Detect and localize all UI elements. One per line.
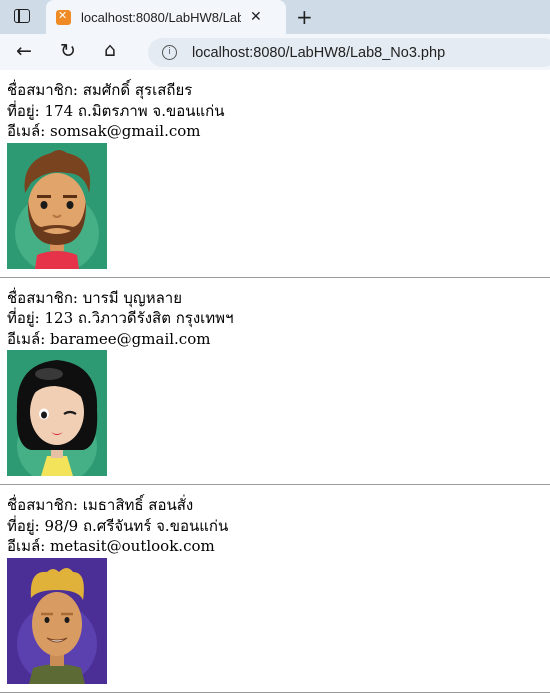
member-card: ชื่อสมาชิก: เมธาสิทธิ์ สอนสั่ง ที่อยู่: … bbox=[0, 485, 550, 684]
browser-tab[interactable]: localhost:8080/LabHW8/Lab8_No3.php ✕ bbox=[46, 0, 286, 34]
member-name: ชื่อสมาชิก: เมธาสิทธิ์ สอนสั่ง bbox=[7, 496, 194, 514]
browser-chrome: localhost:8080/LabHW8/Lab8_No3.php ✕ + ←… bbox=[0, 0, 550, 70]
member-card: ชื่อสมาชิก: สมศักดิ์ สุรเสถียร ที่อยู่: … bbox=[0, 70, 550, 269]
member-email: อีเมล์: metasit@outlook.com bbox=[7, 537, 215, 555]
divider bbox=[0, 691, 550, 693]
tab-close-icon[interactable]: ✕ bbox=[250, 9, 262, 25]
member-address: ที่อยู่: 98/9 ถ.ศรีจันทร์ จ.ขอนแก่น bbox=[7, 516, 229, 535]
xampp-favicon-icon bbox=[56, 9, 71, 25]
bearded-man-avatar-icon bbox=[7, 142, 107, 269]
window-menu-icon[interactable] bbox=[14, 9, 30, 23]
home-icon[interactable]: ⌂ bbox=[104, 39, 116, 61]
reload-icon[interactable]: ↻ bbox=[60, 40, 76, 62]
url-text: localhost:8080/LabHW8/Lab8_No3.php bbox=[192, 44, 446, 61]
member-address: ที่อยู่: 174 ถ.มิตรภาพ จ.ขอนแก่น bbox=[7, 101, 225, 120]
new-tab-icon[interactable]: + bbox=[296, 5, 313, 29]
tab-bar: localhost:8080/LabHW8/Lab8_No3.php ✕ + bbox=[0, 0, 550, 34]
address-bar[interactable]: i localhost:8080/LabHW8/Lab8_No3.php bbox=[148, 38, 550, 67]
winking-woman-avatar-icon bbox=[7, 350, 107, 476]
tab-title: localhost:8080/LabHW8/Lab8_No3.php bbox=[81, 9, 241, 25]
blond-man-avatar-icon bbox=[7, 557, 107, 684]
member-address: ที่อยู่: 123 ถ.วิภาวดีรังสิต กรุงเทพฯ bbox=[7, 309, 234, 327]
nav-bar: ← ↻ ⌂ i localhost:8080/LabHW8/Lab8_No3.p… bbox=[0, 34, 550, 70]
site-info-icon[interactable]: i bbox=[162, 45, 177, 60]
back-icon[interactable]: ← bbox=[16, 40, 32, 62]
member-card: ชื่อสมาชิก: บารมี บุญหลาย ที่อยู่: 123 ถ… bbox=[0, 278, 550, 476]
member-name: ชื่อสมาชิก: สมศักดิ์ สุรเสถียร bbox=[7, 81, 193, 99]
member-email: อีเมล์: somsak@gmail.com bbox=[7, 122, 201, 140]
page-content: ชื่อสมาชิก: สมศักดิ์ สุรเสถียร ที่อยู่: … bbox=[0, 70, 550, 693]
member-email: อีเมล์: baramee@gmail.com bbox=[7, 329, 211, 348]
member-name: ชื่อสมาชิก: บารมี บุญหลาย bbox=[7, 288, 182, 307]
